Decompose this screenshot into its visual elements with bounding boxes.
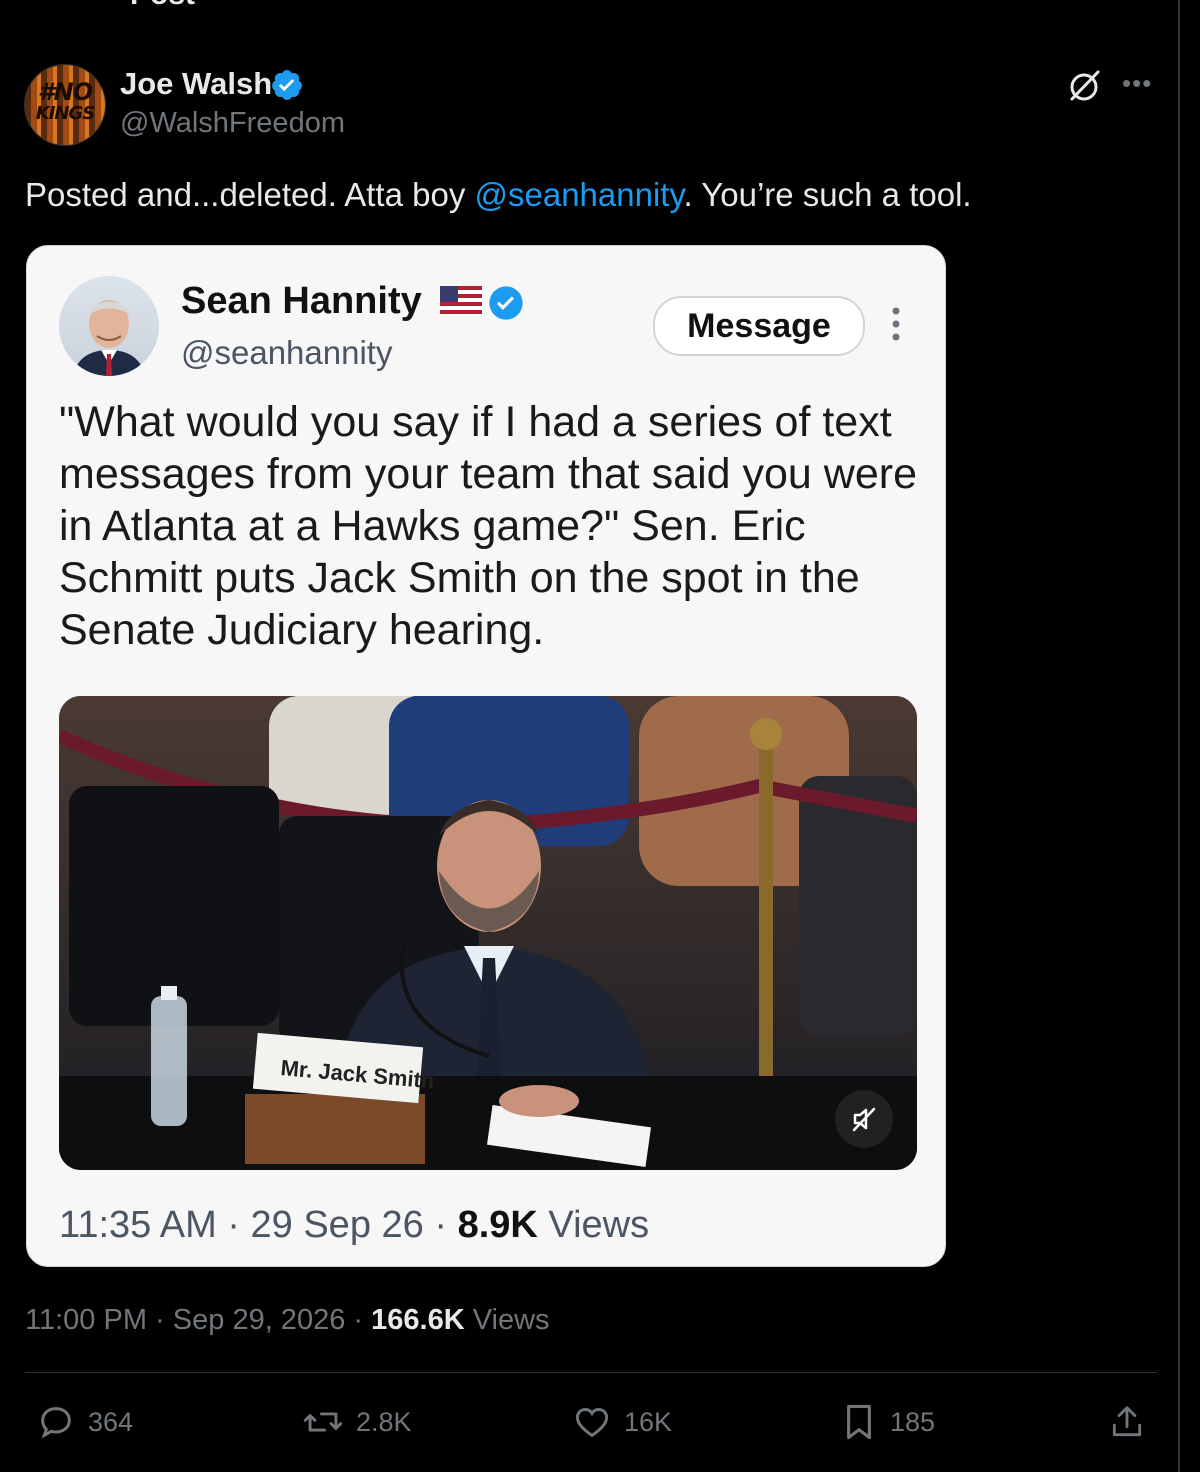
us-flag-icon — [440, 286, 482, 316]
like-button[interactable]: 16K — [572, 1400, 672, 1444]
embedded-verified-badge-icon — [489, 286, 523, 320]
embedded-tweet-text: "What would you say if I had a series of… — [59, 398, 917, 654]
embedded-meta: 11:35 AM · 29 Sep 26 · 8.9K Views — [59, 1204, 650, 1246]
author-avatar[interactable]: #NO KINGS — [24, 64, 106, 146]
views-count: 166.6K — [371, 1304, 465, 1336]
embedded-video: Mr. Jack Smith — [59, 696, 917, 1170]
more-icon[interactable]: ••• — [1122, 68, 1152, 99]
reply-count: 364 — [88, 1406, 134, 1437]
avatar-logo-text: #NO KINGS — [35, 78, 95, 124]
like-icon — [575, 1407, 609, 1438]
post-meta: 11:00 PM · Sep 29, 2026 · 166.6K Views — [25, 1304, 550, 1336]
bookmark-button[interactable]: 185 — [840, 1400, 935, 1444]
repost-button[interactable]: 2.8K — [302, 1400, 412, 1444]
post-time[interactable]: 11:00 PM — [25, 1304, 147, 1336]
embedded-avatar — [59, 276, 159, 376]
embedded-author-name: Sean Hannity — [181, 280, 422, 322]
share-button[interactable] — [1108, 1400, 1146, 1444]
share-icon — [1112, 1406, 1142, 1437]
attached-image[interactable]: Sean Hannity @seanhannity Message "What … — [26, 245, 946, 1267]
mention-link[interactable]: @seanhannity — [475, 176, 684, 213]
repost-icon — [303, 1412, 343, 1432]
author-handle[interactable]: @WalshFreedom — [120, 107, 345, 140]
verified-badge-icon — [272, 70, 302, 100]
bookmark-icon — [847, 1404, 871, 1440]
bookmark-count: 185 — [890, 1406, 936, 1437]
like-count: 16K — [624, 1406, 673, 1437]
embedded-more-icon — [892, 307, 900, 341]
reply-icon — [41, 1407, 71, 1439]
mute-icon — [835, 1090, 893, 1148]
embedded-author-handle: @seanhannity — [181, 334, 393, 371]
author-name[interactable]: Joe Walsh — [120, 66, 272, 102]
reply-button[interactable]: 364 — [36, 1400, 133, 1444]
page-title: Post — [130, 0, 195, 12]
column-border — [1178, 0, 1180, 1472]
message-button: Message — [653, 296, 865, 356]
repost-count: 2.8K — [356, 1406, 412, 1437]
divider — [25, 1372, 1157, 1373]
tweet-text: Posted and...deleted. Atta boy @seanhann… — [25, 176, 972, 213]
post-date[interactable]: Sep 29, 2026 — [173, 1304, 346, 1336]
grok-icon[interactable] — [1064, 66, 1104, 106]
